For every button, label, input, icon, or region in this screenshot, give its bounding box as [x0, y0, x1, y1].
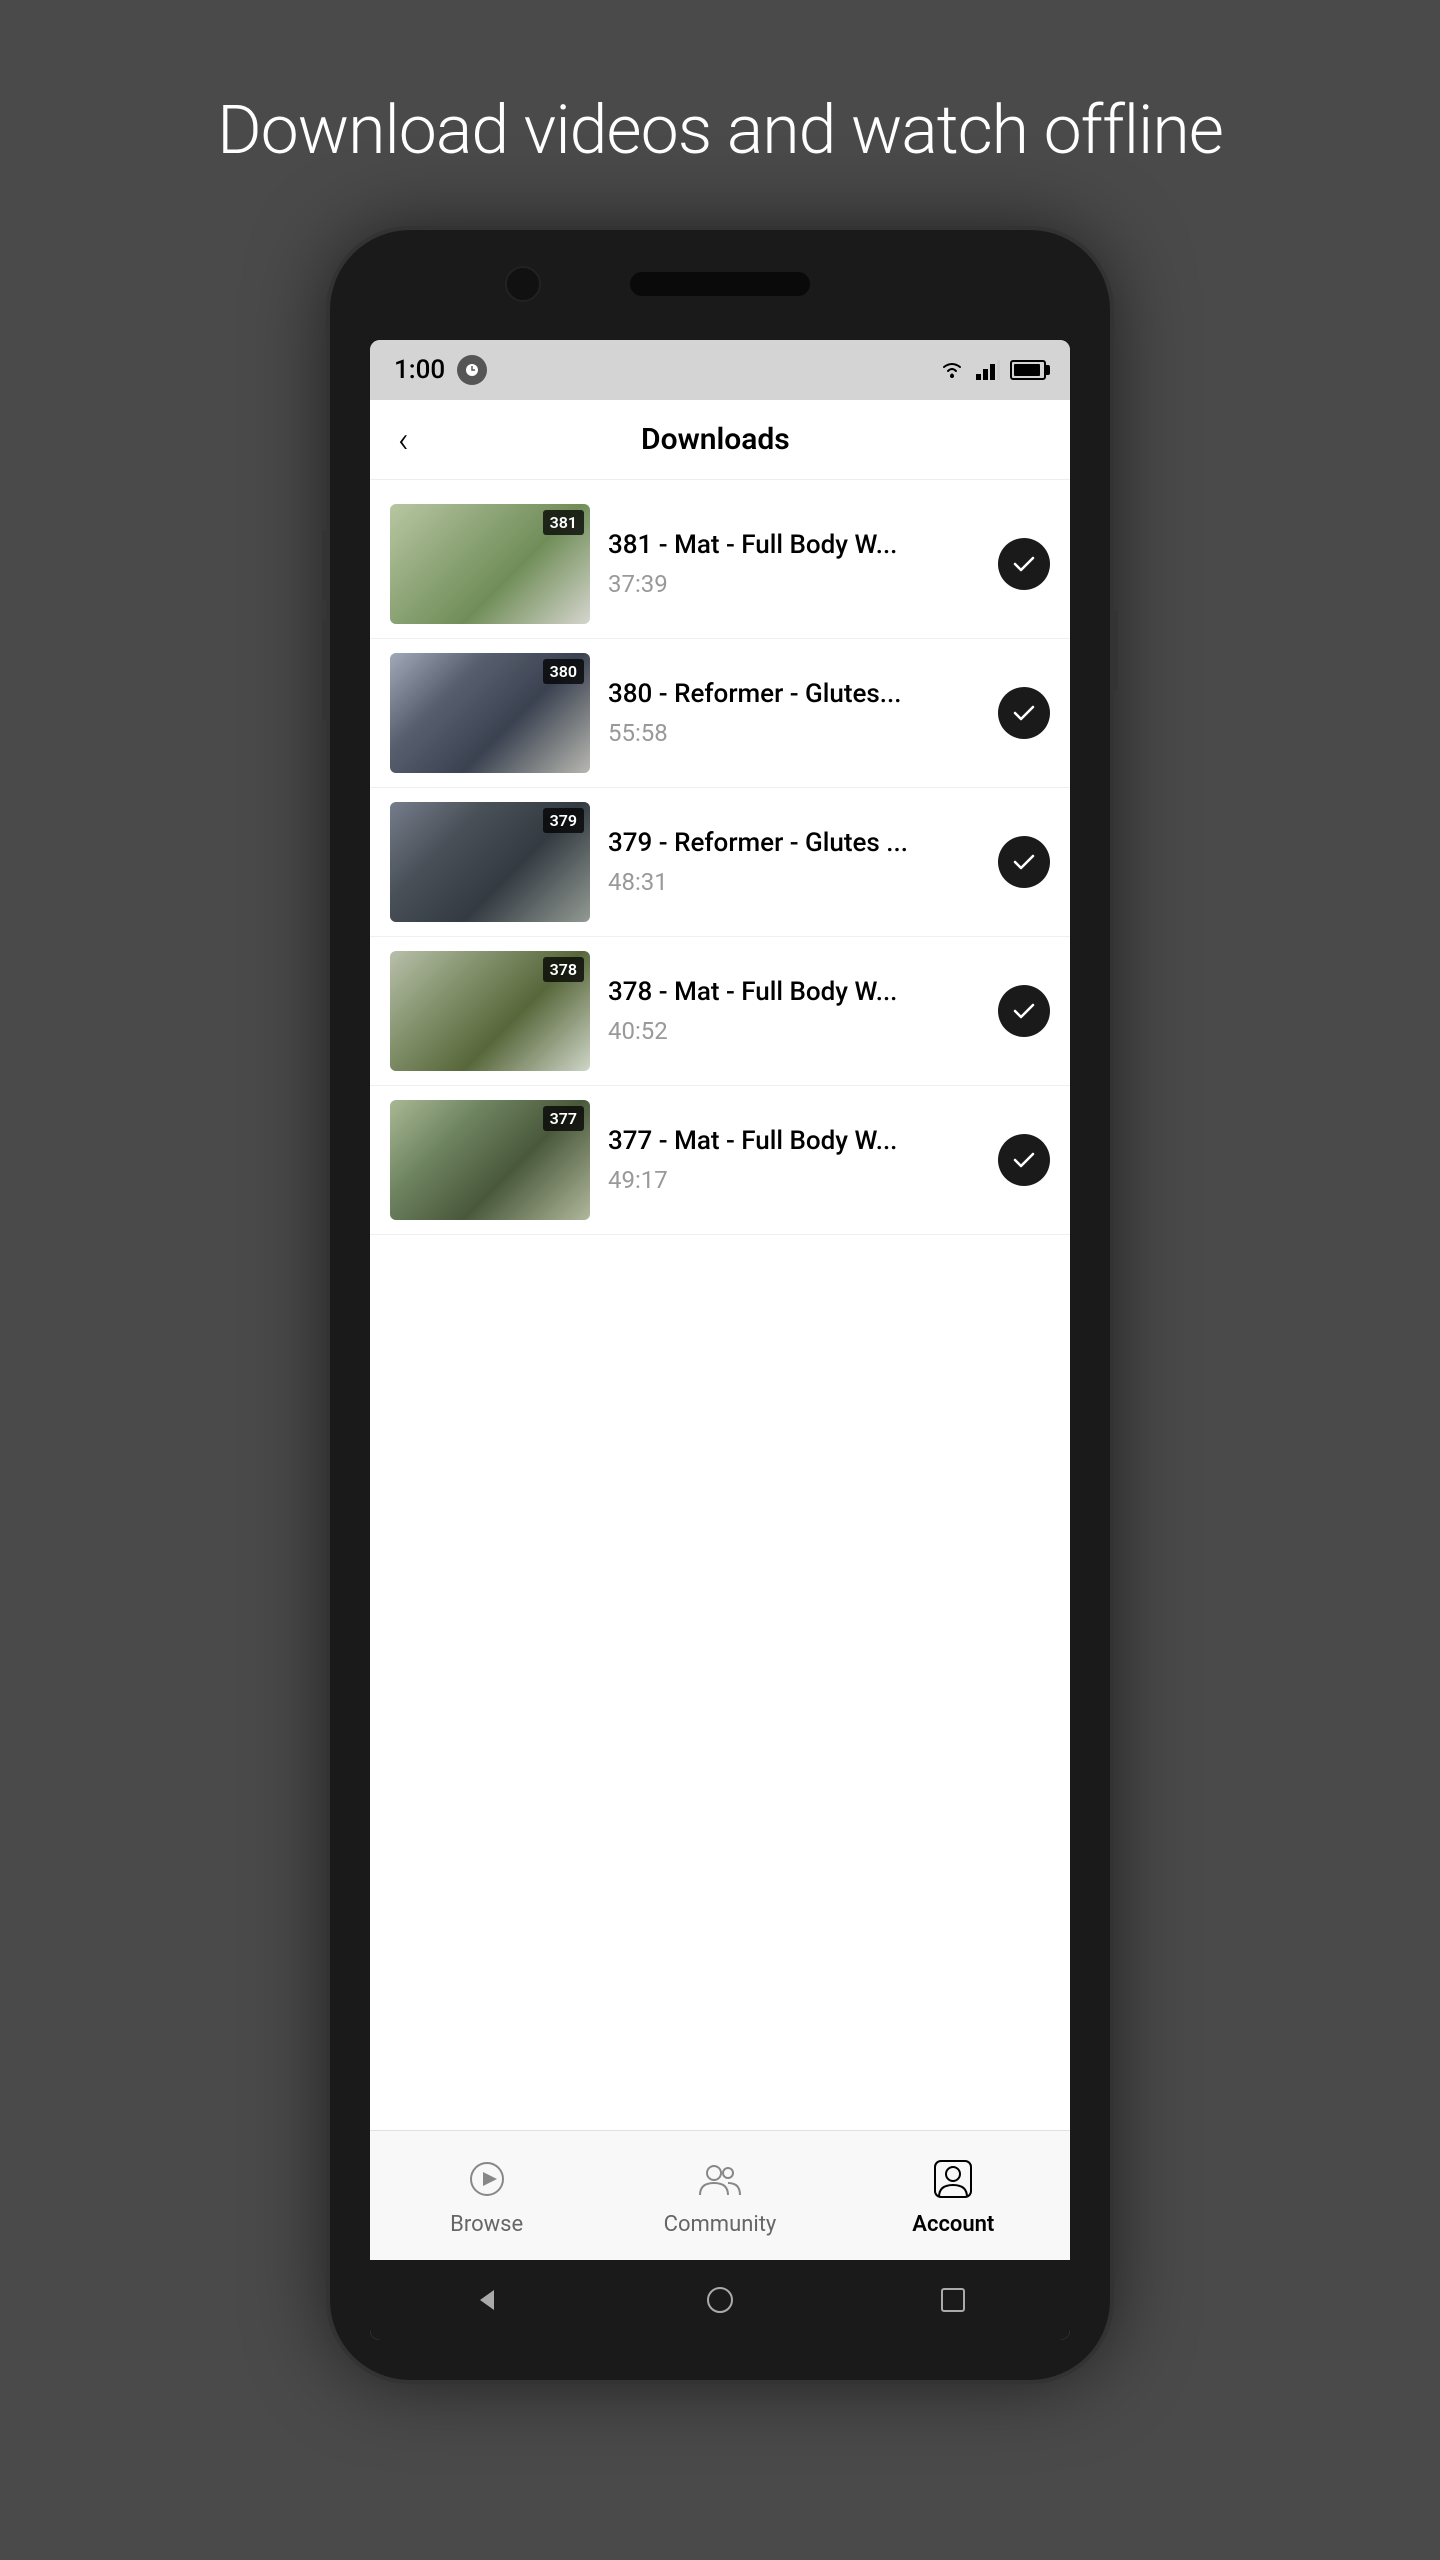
video-thumbnail: 379: [390, 802, 590, 922]
back-button[interactable]: ‹: [398, 419, 409, 461]
download-item[interactable]: 378 378 - Mat - Full Body W... 40:52: [370, 937, 1070, 1086]
download-item[interactable]: 377 377 - Mat - Full Body W... 49:17: [370, 1086, 1070, 1235]
browse-label: Browse: [450, 2212, 523, 2237]
volume-down-button: [322, 620, 330, 720]
video-thumbnail: 377: [390, 1100, 590, 1220]
video-thumbnail: 381: [390, 504, 590, 624]
download-item[interactable]: 380 380 - Reformer - Glutes... 55:58: [370, 639, 1070, 788]
video-info: 379 - Reformer - Glutes ... 48:31: [608, 828, 980, 895]
app-header: ‹ Downloads: [370, 400, 1070, 480]
account-icon: [928, 2154, 978, 2204]
phone-speaker: [630, 272, 810, 296]
video-badge: 379: [543, 808, 584, 833]
android-back-btn[interactable]: [462, 2275, 512, 2325]
android-nav: [370, 2260, 1070, 2340]
header-title: Downloads: [429, 422, 1002, 457]
video-badge: 381: [543, 510, 584, 535]
video-duration: 37:39: [608, 570, 980, 598]
downloaded-check-icon: [998, 538, 1050, 590]
power-button: [1110, 610, 1118, 690]
video-badge: 380: [543, 659, 584, 684]
downloaded-check-icon: [998, 1134, 1050, 1186]
community-label: Community: [664, 2212, 777, 2237]
nav-item-account[interactable]: Account: [893, 2154, 1013, 2237]
nav-item-browse[interactable]: Browse: [427, 2154, 547, 2237]
video-thumbnail: 378: [390, 951, 590, 1071]
video-info: 380 - Reformer - Glutes... 55:58: [608, 679, 980, 746]
video-info: 381 - Mat - Full Body W... 37:39: [608, 530, 980, 597]
downloaded-check-icon: [998, 836, 1050, 888]
video-title: 381 - Mat - Full Body W...: [608, 530, 980, 561]
video-thumbnail: 380: [390, 653, 590, 773]
page-headline: Download videos and watch offline: [217, 90, 1223, 170]
nav-item-community[interactable]: Community: [660, 2154, 780, 2237]
downloads-list: 381 381 - Mat - Full Body W... 37:39 380…: [370, 480, 1070, 2130]
video-info: 377 - Mat - Full Body W... 49:17: [608, 1126, 980, 1193]
download-item[interactable]: 379 379 - Reformer - Glutes ... 48:31: [370, 788, 1070, 937]
video-info: 378 - Mat - Full Body W... 40:52: [608, 977, 980, 1044]
browse-icon: [462, 2154, 512, 2204]
video-badge: 378: [543, 957, 584, 982]
signal-icon: [976, 360, 1000, 380]
video-title: 380 - Reformer - Glutes...: [608, 679, 980, 710]
video-duration: 55:58: [608, 719, 980, 747]
downloaded-check-icon: [998, 985, 1050, 1037]
phone-screen: 1:00: [370, 340, 1070, 2340]
video-title: 377 - Mat - Full Body W...: [608, 1126, 980, 1157]
video-duration: 48:31: [608, 868, 980, 896]
notification-icon: [457, 355, 487, 385]
phone-frame: 1:00: [330, 230, 1110, 2380]
phone-camera: [505, 266, 541, 302]
android-home-btn[interactable]: [695, 2275, 745, 2325]
download-item[interactable]: 381 381 - Mat - Full Body W... 37:39: [370, 490, 1070, 639]
app-content: ‹ Downloads 381 381 - Mat - Full Body W.…: [370, 400, 1070, 2260]
status-bar: 1:00: [370, 340, 1070, 400]
android-recents-btn[interactable]: [928, 2275, 978, 2325]
status-time: 1:00: [394, 355, 445, 385]
wifi-icon: [938, 359, 966, 381]
video-title: 378 - Mat - Full Body W...: [608, 977, 980, 1008]
downloaded-check-icon: [998, 687, 1050, 739]
video-duration: 49:17: [608, 1166, 980, 1194]
status-right: [938, 359, 1046, 381]
video-badge: 377: [543, 1106, 584, 1131]
video-duration: 40:52: [608, 1017, 980, 1045]
video-title: 379 - Reformer - Glutes ...: [608, 828, 980, 859]
bottom-nav: Browse Community: [370, 2130, 1070, 2260]
account-label: Account: [912, 2212, 994, 2237]
status-left: 1:00: [394, 355, 487, 385]
volume-up-button: [322, 530, 330, 600]
community-icon: [695, 2154, 745, 2204]
battery-icon: [1010, 360, 1046, 380]
